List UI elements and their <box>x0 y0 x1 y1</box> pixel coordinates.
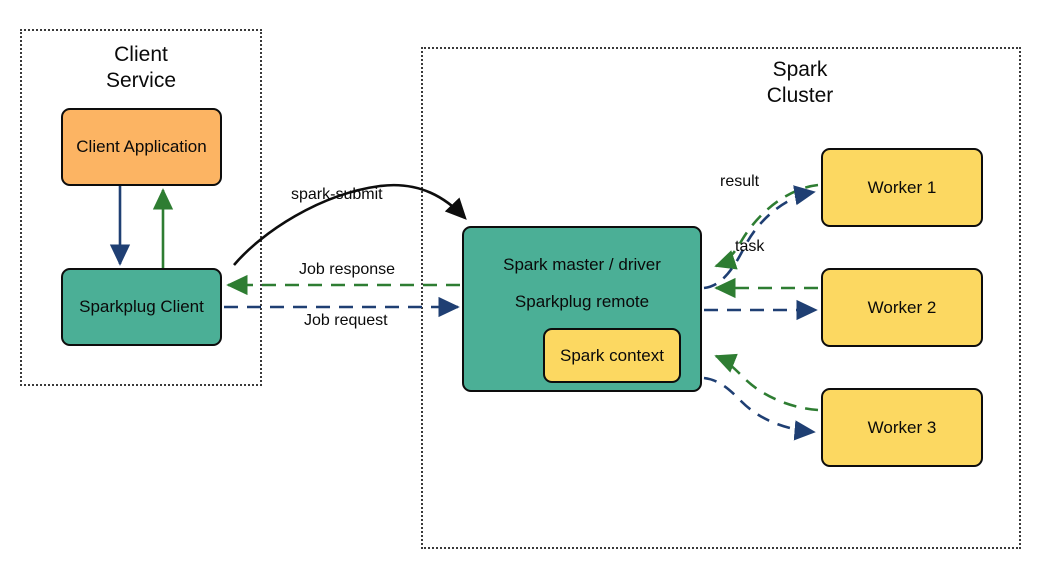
node-worker-2[interactable]: Worker 2 <box>821 268 983 347</box>
label-result: result <box>720 173 760 190</box>
node-sparkplug-client[interactable]: Sparkplug Client <box>61 268 222 346</box>
label-job-response: Job response <box>299 261 396 278</box>
label-task: task <box>735 238 765 255</box>
client-service-title: Client Service <box>105 43 177 92</box>
spark-cluster-title: Spark Cluster <box>766 58 834 107</box>
sparkplug-remote-label: Sparkplug remote <box>514 292 650 311</box>
node-worker-3[interactable]: Worker 3 <box>821 388 983 467</box>
node-worker-1[interactable]: Worker 1 <box>821 148 983 227</box>
spark-master-label: Spark master / driver <box>503 255 661 274</box>
label-spark-submit: spark-submit <box>291 186 383 203</box>
node-spark-context[interactable]: Spark context <box>543 328 681 383</box>
diagram-canvas: Client Service Spark Cluster Client Appl… <box>0 0 1041 564</box>
label-job-request: Job request <box>304 312 388 329</box>
node-client-application[interactable]: Client Application <box>61 108 222 186</box>
